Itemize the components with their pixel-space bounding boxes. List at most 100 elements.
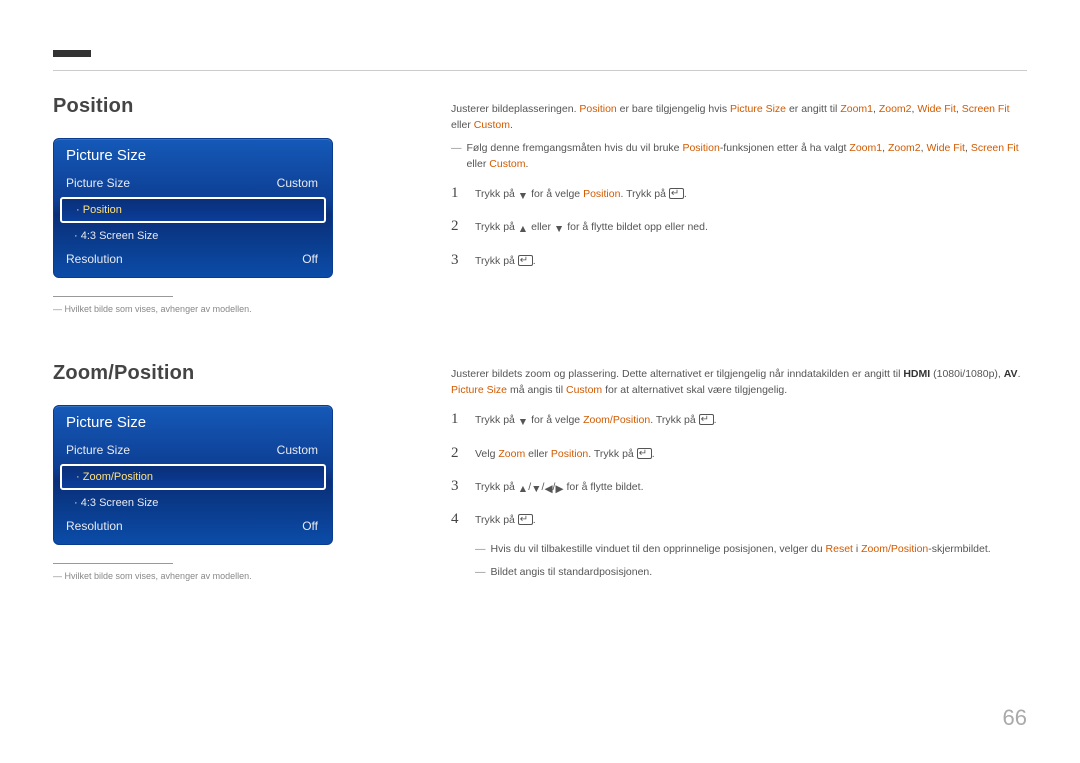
- osd-sub-label: 4:3 Screen Size: [81, 497, 159, 509]
- t: Trykk på: [475, 221, 518, 233]
- note-content: Følg denne fremgangsmåten hvis du vil br…: [467, 140, 1028, 173]
- enter-icon: [518, 514, 533, 525]
- step-body: Velg Zoom eller Position. Trykk på .: [475, 446, 1027, 462]
- kw-hdmi: HDMI: [903, 368, 930, 380]
- t: Trykk på: [475, 514, 518, 526]
- osd-selected-zoom-position: · Zoom/Position: [60, 464, 326, 490]
- page-number: 66: [1003, 705, 1027, 731]
- step-body: Trykk på .: [475, 512, 1027, 528]
- kw-position: Position: [551, 448, 588, 460]
- step-3: 3 Trykk på ▲/▼/◀/▶ for å flytte bildet.: [451, 475, 1027, 498]
- t: i: [853, 543, 861, 555]
- step-number: 3: [451, 249, 463, 272]
- step-number: 3: [451, 475, 463, 498]
- dash-icon: ―: [475, 564, 486, 580]
- step-3: 3 Trykk på .: [451, 249, 1027, 272]
- t: er angitt til: [786, 103, 840, 115]
- kw-wide-fit: Wide Fit: [926, 142, 965, 154]
- osd-row-resolution: Resolution Off: [54, 247, 332, 271]
- t: eller: [528, 221, 554, 233]
- t: for å velge: [528, 188, 583, 200]
- osd-label: Picture Size: [66, 443, 130, 457]
- t: Trykk på: [475, 255, 518, 267]
- right-column: Justerer bildeplasseringen. Position er …: [451, 95, 1027, 584]
- t: .: [533, 255, 536, 267]
- dash-icon: ―: [451, 140, 462, 173]
- t: -skjermbildet.: [928, 543, 990, 555]
- chapter-mark: [53, 50, 91, 57]
- t: Justerer bildets zoom og plassering. Det…: [451, 368, 903, 380]
- caption-content: Hvilket bilde som vises, avhenger av mod…: [65, 304, 252, 314]
- t: . Trykk på: [588, 448, 636, 460]
- t: eller: [451, 119, 474, 131]
- kw-zoom1: Zoom1: [849, 142, 882, 154]
- t: Trykk på: [475, 481, 518, 493]
- t: -funksjonen etter å ha valgt: [720, 142, 850, 154]
- osd-value: Off: [302, 519, 318, 533]
- t: . Trykk på: [650, 414, 698, 426]
- osd-label: Resolution: [66, 252, 123, 266]
- t: . Trykk på: [620, 188, 668, 200]
- step-2: 2 Trykk på ▲ eller ▼ for å flytte bildet…: [451, 215, 1027, 238]
- t: Justerer bildeplasseringen.: [451, 103, 579, 115]
- body-zoom-position: Justerer bildets zoom og plassering. Det…: [451, 366, 1027, 399]
- kw-av: AV: [1004, 368, 1018, 380]
- osd-label: Resolution: [66, 519, 123, 533]
- top-rule: [53, 70, 1027, 71]
- down-icon: ▼: [518, 414, 528, 430]
- t: Følg denne fremgangsmåten hvis du vil br…: [467, 142, 683, 154]
- osd-row-resolution: Resolution Off: [54, 514, 332, 538]
- kw-zoom-position: Zoom/Position: [861, 543, 928, 555]
- up-icon: ▲: [518, 481, 528, 497]
- bullet: ·: [74, 497, 81, 509]
- kw-reset: Reset: [826, 543, 853, 555]
- step-number: 2: [451, 442, 463, 465]
- step-number: 4: [451, 508, 463, 531]
- t: må angis til: [507, 384, 566, 396]
- note-reset: ― Hvis du vil tilbakestille vinduet til …: [475, 541, 1027, 557]
- osd-panel-zoom-position: Picture Size Picture Size Custom · Zoom/…: [53, 405, 333, 545]
- t: (1080i/1080p),: [930, 368, 1004, 380]
- t: for å flytte bildet.: [564, 481, 644, 493]
- osd-label: Picture Size: [66, 176, 130, 190]
- kw-custom: Custom: [489, 158, 525, 170]
- right-icon: ▶: [555, 481, 563, 497]
- bullet: ·: [76, 204, 83, 216]
- caption-text: ― Hvilket bilde som vises, avhenger av m…: [53, 303, 343, 316]
- osd-sub-43: · 4:3 Screen Size: [54, 225, 332, 247]
- enter-icon: [699, 414, 714, 425]
- left-column: Position Picture Size Picture Size Custo…: [53, 95, 343, 584]
- note-default: ― Bildet angis til standardposisjonen.: [475, 564, 1027, 580]
- bullet: ·: [74, 230, 81, 242]
- kw-screen-fit: Screen Fit: [971, 142, 1019, 154]
- note-line: ― Følg denne fremgangsmåten hvis du vil …: [451, 140, 1027, 173]
- step-4: 4 Trykk på .: [451, 508, 1027, 531]
- osd-sub-43: · 4:3 Screen Size: [54, 492, 332, 514]
- t: Velg: [475, 448, 498, 460]
- enter-icon: [518, 255, 533, 266]
- kw-zoom1: Zoom1: [840, 103, 873, 115]
- kw-picture-size: Picture Size: [730, 103, 786, 115]
- step-body: Trykk på ▼ for å velge Zoom/Position. Tr…: [475, 412, 1027, 430]
- osd-selected-label: Position: [83, 204, 122, 216]
- step-body: Trykk på ▲ eller ▼ for å flytte bildet o…: [475, 219, 1027, 237]
- osd-sub-label: 4:3 Screen Size: [81, 230, 159, 242]
- osd-value: Custom: [277, 176, 318, 190]
- caption-content: Hvilket bilde som vises, avhenger av mod…: [65, 571, 252, 581]
- step-body: Trykk på ▼ for å velge Position. Trykk p…: [475, 186, 1027, 204]
- step-body: Trykk på .: [475, 253, 1027, 269]
- note-content: Bildet angis til standardposisjonen.: [491, 564, 653, 580]
- step-number: 2: [451, 215, 463, 238]
- osd-title: Picture Size: [54, 139, 332, 171]
- t: Trykk på: [475, 188, 518, 200]
- osd-value: Custom: [277, 443, 318, 457]
- kw-custom: Custom: [474, 119, 510, 131]
- body-position: Justerer bildeplasseringen. Position er …: [451, 101, 1027, 134]
- kw-zoom2: Zoom2: [888, 142, 921, 154]
- caption-text: ― Hvilket bilde som vises, avhenger av m…: [53, 570, 343, 583]
- kw-position: Position: [583, 188, 620, 200]
- bullet: ·: [76, 471, 83, 483]
- osd-row-picture-size: Picture Size Custom: [54, 171, 332, 195]
- osd-value: Off: [302, 252, 318, 266]
- osd-title: Picture Size: [54, 406, 332, 438]
